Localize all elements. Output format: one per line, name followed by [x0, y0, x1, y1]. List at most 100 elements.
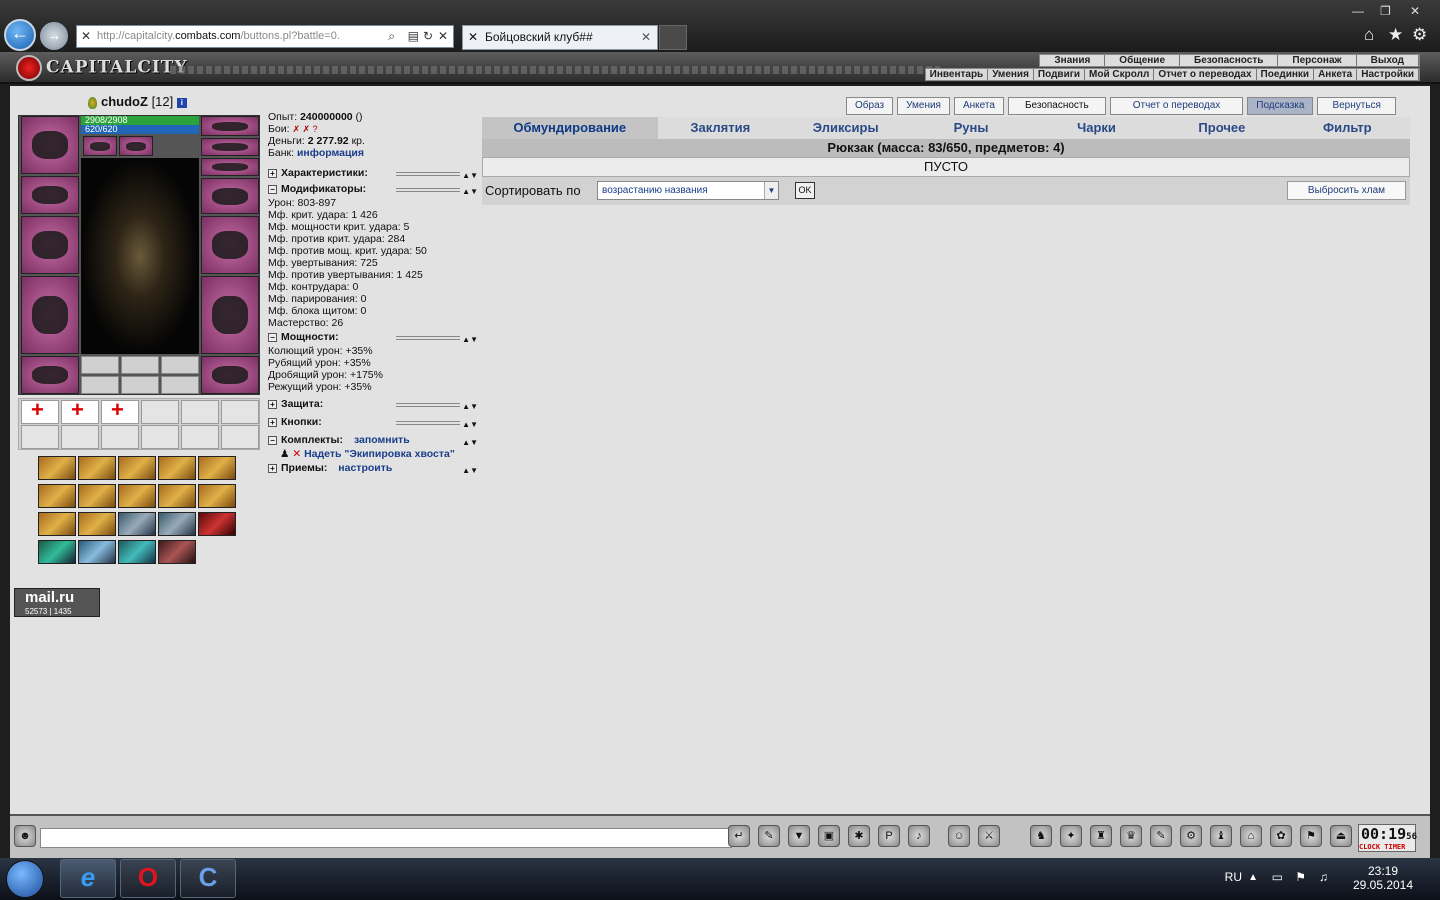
start-button[interactable]	[6, 860, 44, 898]
skill-icon[interactable]	[78, 540, 116, 564]
security-button[interactable]: Безопасность	[1007, 97, 1106, 115]
submenu-item-achievements[interactable]: Подвиги	[1034, 69, 1086, 80]
send-icon[interactable]: ↵	[728, 825, 750, 847]
character-avatar[interactable]	[81, 158, 199, 354]
belt-slot-12[interactable]	[221, 425, 259, 449]
skill-icon[interactable]	[78, 456, 116, 480]
remember-set-link[interactable]: запомнить	[354, 434, 410, 446]
belt-slot-11[interactable]	[181, 425, 219, 449]
updown-icon[interactable]: ▲▼	[462, 332, 478, 348]
skill-icon[interactable]	[38, 456, 76, 480]
action-icon[interactable]: ♜	[1090, 825, 1112, 847]
equip-set-link[interactable]: Надеть "Экипировка хвоста"	[304, 448, 455, 460]
compat-icon[interactable]: ▤	[408, 26, 419, 47]
menu-item-character[interactable]: Персонаж	[1278, 55, 1357, 66]
save-icon[interactable]: ▣	[818, 825, 840, 847]
tab-spells[interactable]: Заклятия	[658, 117, 783, 139]
tab-equipment[interactable]: Обмундирование	[482, 117, 658, 139]
skill-icon[interactable]	[118, 540, 156, 564]
potion-slot-1[interactable]	[21, 397, 59, 424]
belt-slot[interactable]	[21, 356, 79, 394]
ring-slot-1[interactable]	[201, 116, 259, 136]
amulet-slot[interactable]	[119, 136, 153, 156]
rune-slot-3[interactable]	[161, 356, 199, 374]
legs-slot[interactable]	[201, 276, 259, 354]
chevron-down-icon[interactable]: ▼	[764, 182, 778, 199]
collapse-icon[interactable]: −	[268, 332, 277, 342]
expand-icon[interactable]: +	[268, 463, 277, 473]
new-tab-button[interactable]	[659, 25, 687, 50]
hint-button[interactable]: Подсказка	[1247, 97, 1314, 115]
skill-icon[interactable]	[78, 484, 116, 508]
belt-slot-9[interactable]	[101, 425, 139, 449]
minimize-icon[interactable]: —	[1352, 4, 1364, 18]
home-icon[interactable]: ⌂	[1364, 25, 1374, 45]
ring-slot-2[interactable]	[201, 138, 259, 156]
action-icon[interactable]: ♝	[1210, 825, 1232, 847]
submenu-item-skills[interactable]: Умения	[988, 69, 1034, 80]
skill-icon[interactable]	[198, 512, 236, 536]
delete-set-icon[interactable]: ✕	[292, 448, 301, 460]
belt-slot-10[interactable]	[141, 425, 179, 449]
action-icon[interactable]: ⌂	[1240, 825, 1262, 847]
rune-slot-1[interactable]	[81, 356, 119, 374]
tray-clock[interactable]: 23:19 29.05.2014	[1348, 864, 1418, 892]
tab-runes[interactable]: Руны	[908, 117, 1033, 139]
close-tab-icon[interactable]: ✕	[641, 26, 651, 49]
belt-slot-7[interactable]	[21, 425, 59, 449]
submenu-item-inventory[interactable]: Инвентарь	[926, 69, 989, 80]
configure-tricks-link[interactable]: настроить	[338, 462, 392, 474]
gloves-slot[interactable]	[201, 178, 259, 214]
skill-icon[interactable]	[78, 512, 116, 536]
rune-slot-4[interactable]	[81, 376, 119, 394]
tab-filter[interactable]: Фильтр	[1285, 117, 1410, 139]
chat-input[interactable]	[40, 828, 732, 848]
action-icon[interactable]: ♛	[1120, 825, 1142, 847]
bracers-slot[interactable]	[21, 176, 79, 214]
submenu-item-transfer-report[interactable]: Отчет о переводах	[1154, 69, 1257, 80]
updown-icon[interactable]: ▲▼	[462, 399, 478, 415]
image-button[interactable]: Образ	[846, 97, 894, 115]
maximize-icon[interactable]: ❐	[1380, 4, 1391, 18]
submenu-item-fights[interactable]: Поединки	[1257, 69, 1315, 80]
tab-charms[interactable]: Чарки	[1034, 117, 1159, 139]
tray-expand-icon[interactable]: ▲	[1248, 872, 1258, 883]
smiley-icon[interactable]: ☺	[948, 825, 970, 847]
opera-taskbar-icon[interactable]: O	[120, 859, 176, 898]
action-icon[interactable]: ♞	[1030, 825, 1052, 847]
language-indicator[interactable]: RU	[1225, 870, 1242, 884]
skill-icon[interactable]	[158, 456, 196, 480]
skill-icon[interactable]	[158, 540, 196, 564]
expand-icon[interactable]: +	[268, 399, 277, 409]
action-icon[interactable]: ✎	[1150, 825, 1172, 847]
action-icon[interactable]: ✿	[1270, 825, 1292, 847]
offhand-slot[interactable]	[201, 216, 259, 274]
bank-link[interactable]: информация	[297, 147, 364, 159]
section-characteristics[interactable]: + Характеристики: ▲▼	[268, 165, 478, 181]
chat-mode-icon[interactable]: ☻	[14, 825, 36, 847]
belt-slot-8[interactable]	[61, 425, 99, 449]
armor-slot[interactable]	[21, 276, 79, 354]
skill-icon[interactable]	[158, 484, 196, 508]
transfer-report-button[interactable]: Отчет о переводах	[1109, 97, 1244, 115]
favorites-icon[interactable]: ★	[1388, 25, 1403, 45]
app-taskbar-icon[interactable]: C	[180, 859, 236, 898]
eraser-icon[interactable]: ✎	[758, 825, 780, 847]
menu-item-security[interactable]: Безопасность	[1180, 55, 1279, 66]
info-icon[interactable]: i	[176, 97, 187, 108]
menu-item-communication[interactable]: Общение	[1105, 55, 1180, 66]
section-protection[interactable]: + Защита: ▲▼	[268, 396, 478, 412]
submenu-item-settings[interactable]: Настройки	[1357, 69, 1419, 80]
rune-slot-6[interactable]	[161, 376, 199, 394]
skill-icon[interactable]	[118, 484, 156, 508]
ie-taskbar-icon[interactable]: e	[60, 859, 116, 898]
boots-slot[interactable]	[201, 356, 259, 394]
search-icon[interactable]: ⌕	[388, 26, 395, 47]
belt-slot-4[interactable]	[141, 400, 179, 424]
stop-icon[interactable]: ✕	[438, 26, 448, 47]
skill-icon[interactable]	[38, 512, 76, 536]
profile-button[interactable]: Анкета	[953, 97, 1004, 115]
submenu-item-profile[interactable]: Анкета	[1314, 69, 1358, 80]
skill-icon[interactable]	[198, 484, 236, 508]
section-modifiers[interactable]: − Модификаторы: ▲▼	[268, 181, 478, 197]
